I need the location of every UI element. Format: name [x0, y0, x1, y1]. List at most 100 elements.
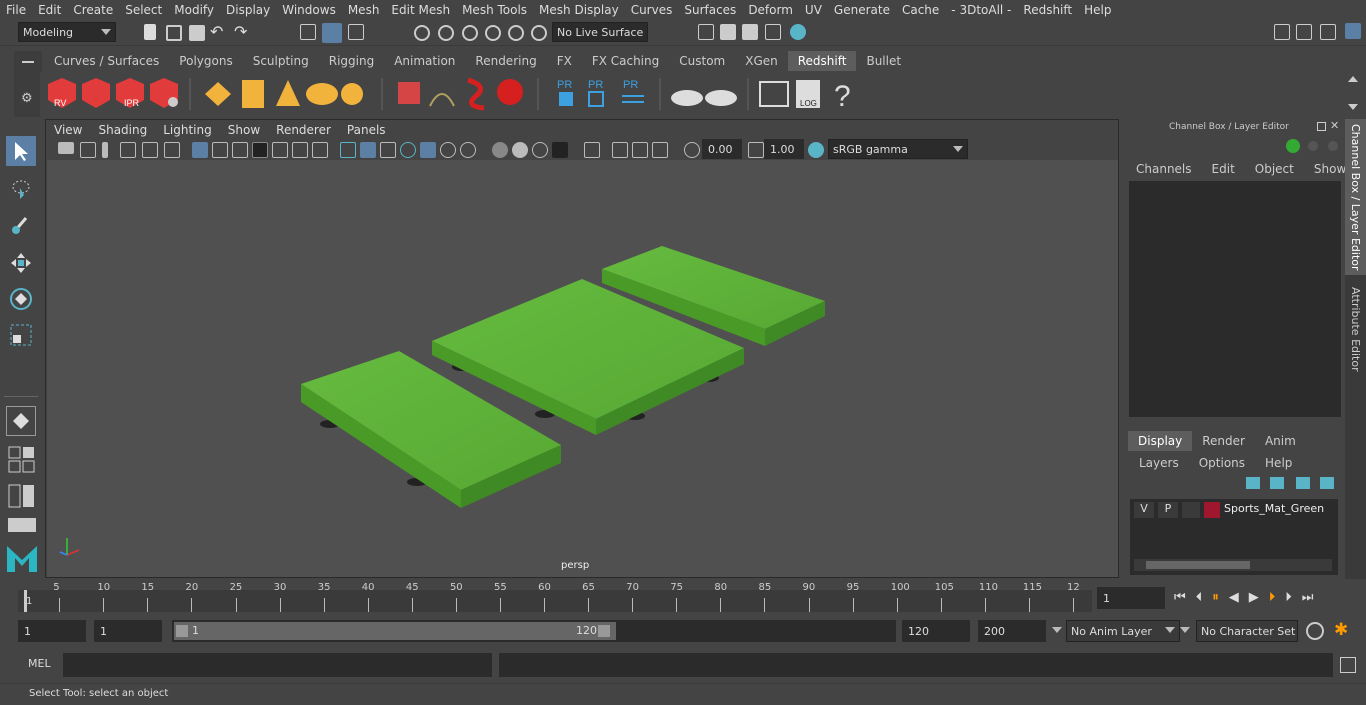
ipr-render-icon[interactable] [742, 24, 758, 40]
tab-fx[interactable]: FX [547, 51, 582, 71]
wireframe-on-shaded-icon[interactable] [380, 142, 396, 158]
channel-menu-object[interactable]: Object [1245, 159, 1304, 179]
shadows-icon[interactable] [460, 142, 476, 158]
animation-preferences-icon[interactable]: ✱ [1334, 620, 1348, 640]
render-history-icon[interactable] [698, 24, 714, 40]
layer-name[interactable]: Sports_Mat_Green [1224, 502, 1324, 515]
redshift-volume-icon[interactable] [467, 77, 485, 111]
anti-aliasing-icon[interactable] [532, 142, 548, 158]
go-to-end-icon[interactable]: ⏭ [1302, 590, 1314, 605]
camera-attributes-icon[interactable] [80, 142, 96, 158]
viewport-menu-lighting[interactable]: Lighting [155, 120, 220, 140]
save-scene-icon[interactable] [189, 25, 205, 41]
anim-layer-dropdown[interactable]: No Anim Layer [1066, 620, 1180, 642]
snap-surface-icon[interactable] [508, 25, 524, 41]
menu-mesh-tools[interactable]: Mesh Tools [456, 3, 533, 17]
menu-uv[interactable]: UV [799, 3, 828, 17]
step-back-frame-icon[interactable]: ⏸ [1212, 590, 1219, 605]
lasso-tool-button[interactable] [6, 174, 36, 204]
script-editor-icon[interactable] [1340, 657, 1356, 673]
live-surface-field[interactable]: No Live Surface [552, 22, 648, 42]
mel-input[interactable] [63, 653, 492, 677]
menu-mesh-display[interactable]: Mesh Display [533, 3, 625, 17]
viewport-menu-view[interactable]: View [46, 120, 90, 140]
layer-menu-help[interactable]: Help [1255, 453, 1302, 473]
snap-live-icon[interactable] [531, 25, 547, 41]
channel-menu-channels[interactable]: Channels [1126, 159, 1202, 179]
redshift-light-icon[interactable] [205, 82, 231, 106]
xray-icon[interactable] [612, 142, 628, 158]
step-forward-key-icon[interactable]: ⏵ [1285, 590, 1292, 605]
xray-joints-icon[interactable] [652, 142, 668, 158]
menu-redshift[interactable]: Redshift [1017, 3, 1078, 17]
channel-box-move-icon[interactable] [1286, 139, 1300, 153]
gamma-field[interactable]: 1.00 [764, 139, 804, 159]
redshift-spot-light-icon[interactable] [276, 80, 300, 106]
textured-icon[interactable] [420, 142, 436, 158]
resolution-gate-icon[interactable] [232, 142, 248, 158]
viewport-menu-panels[interactable]: Panels [339, 120, 394, 140]
menu-help[interactable]: Help [1078, 3, 1117, 17]
character-set-dropdown[interactable]: No Character Set [1196, 620, 1298, 642]
range-slider-track[interactable]: 1 120 [172, 620, 896, 642]
move-tool-button[interactable] [6, 248, 36, 278]
exposure-field[interactable]: 0.00 [702, 139, 742, 159]
outliner-layout-button[interactable] [8, 484, 36, 508]
use-default-material-icon[interactable] [400, 142, 416, 158]
four-pane-layout-button[interactable] [8, 446, 36, 474]
tab-layer-display[interactable]: Display [1128, 431, 1193, 451]
channel-menu-edit[interactable]: Edit [1202, 159, 1245, 179]
character-controls-icon[interactable] [1320, 24, 1336, 40]
tab-bullet[interactable]: Bullet [856, 51, 911, 71]
range-start-grip[interactable] [176, 625, 188, 637]
redo-icon[interactable]: ↷ [234, 22, 247, 41]
chevron-down-icon[interactable] [1052, 627, 1062, 633]
modeling-toolkit-icon[interactable] [1296, 24, 1312, 40]
select-component-icon[interactable] [348, 24, 364, 40]
layer-visibility-toggle[interactable]: V [1134, 502, 1154, 518]
channel-box-toggle-icon[interactable] [1345, 23, 1361, 39]
viewport-menu-renderer[interactable]: Renderer [268, 120, 339, 140]
menu-3dtoall[interactable]: - 3DtoAll - [945, 3, 1017, 17]
hypershade-icon[interactable] [790, 24, 806, 40]
layer-menu-options[interactable]: Options [1189, 453, 1255, 473]
tab-rendering[interactable]: Rendering [465, 51, 546, 71]
menu-create[interactable]: Create [67, 3, 119, 17]
2d-pan-zoom-icon[interactable] [142, 142, 158, 158]
single-pane-layout-button[interactable] [6, 406, 36, 436]
mel-label[interactable]: MEL [28, 657, 51, 670]
animation-start-field[interactable]: 1 [18, 620, 86, 642]
camera-select-icon[interactable] [58, 142, 74, 154]
smooth-shade-icon[interactable] [360, 142, 376, 158]
open-scene-icon[interactable] [166, 25, 182, 41]
safe-title-icon[interactable] [312, 142, 328, 158]
bookmark-icon[interactable] [102, 142, 108, 158]
shelf-gear-icon[interactable]: ⚙ [21, 91, 33, 106]
menu-generate[interactable]: Generate [828, 3, 896, 17]
tab-xgen[interactable]: XGen [735, 51, 788, 71]
layer-color-swatch[interactable] [1204, 502, 1220, 518]
shelf-scroll-buttons[interactable] [1347, 76, 1359, 112]
menu-surfaces[interactable]: Surfaces [678, 3, 742, 17]
mode-dropdown[interactable]: Modeling [18, 22, 116, 42]
tab-animation[interactable]: Animation [384, 51, 465, 71]
menu-edit[interactable]: Edit [32, 3, 67, 17]
scale-tool-button[interactable] [6, 320, 36, 350]
menu-select[interactable]: Select [119, 3, 168, 17]
close-panel-icon[interactable]: ✕ [1330, 119, 1339, 132]
auto-key-icon[interactable] [1306, 622, 1324, 640]
redshift-ipr-icon[interactable]: IPR [116, 78, 144, 108]
go-to-start-icon[interactable]: ⏮ [1174, 590, 1186, 605]
redshift-render-view-icon[interactable]: RV [48, 78, 76, 108]
proxy-swap-icon[interactable] [622, 95, 644, 103]
menu-curves[interactable]: Curves [625, 3, 679, 17]
bake-icon[interactable] [671, 90, 703, 106]
image-plane-icon[interactable] [120, 142, 136, 158]
rotate-tool-button[interactable] [6, 284, 36, 314]
move-layer-down-icon[interactable] [1270, 477, 1284, 489]
new-layer-icon[interactable] [1296, 477, 1310, 489]
workspace-icon[interactable] [1274, 24, 1290, 40]
menu-edit-mesh[interactable]: Edit Mesh [385, 3, 456, 17]
layer-hscrollbar[interactable] [1134, 559, 1332, 571]
redshift-settings-icon[interactable] [150, 78, 178, 108]
